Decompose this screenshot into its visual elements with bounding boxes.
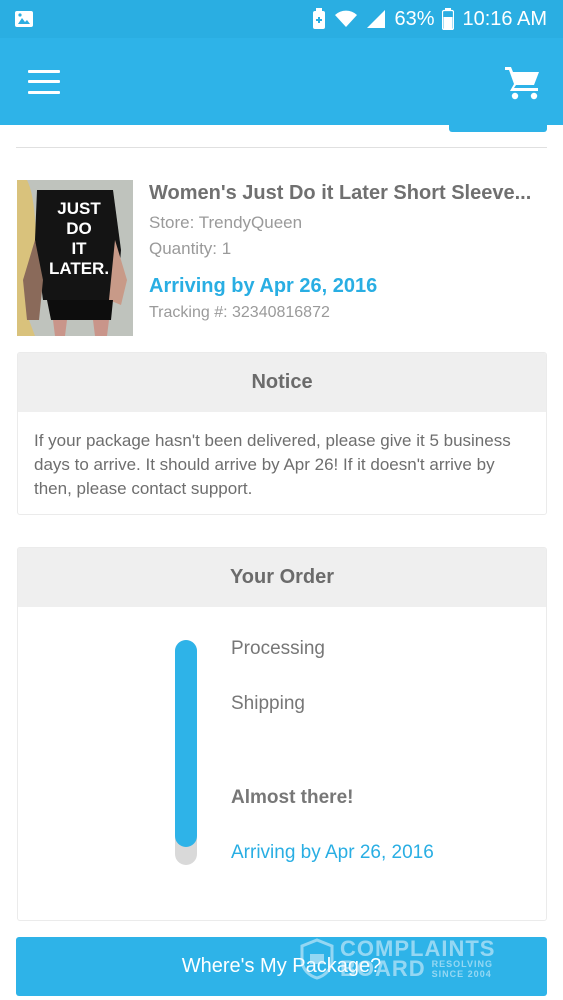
shirt-text-2: DO: [66, 219, 92, 238]
product-store: Store: TrendyQueen: [149, 213, 303, 232]
notice-heading: Notice: [18, 353, 546, 412]
app-bar: [0, 38, 563, 125]
battery-icon: [442, 8, 455, 30]
watermark-tag1: RESOLVING: [431, 959, 494, 969]
step-shipping: Shipping: [231, 693, 305, 714]
product-row[interactable]: JUST DO IT LATER. Women's Just Do it Lat…: [17, 180, 547, 340]
shirt-text-4: LATER.: [49, 259, 109, 278]
menu-icon[interactable]: [28, 69, 60, 94]
notice-body: If your package hasn't been delivered, p…: [34, 431, 511, 498]
cart-icon[interactable]: [503, 62, 543, 102]
watermark-line2: BOARD: [340, 956, 426, 981]
arriving-date: Arriving by Apr 26, 2016: [149, 275, 378, 297]
product-info: Women's Just Do it Later Short Sleeve...…: [133, 180, 547, 340]
step-processing: Processing: [231, 638, 325, 659]
product-title[interactable]: Women's Just Do it Later Short Sleeve...: [149, 182, 539, 205]
tracking-number: Tracking #: 32340816872: [149, 304, 330, 321]
progress-track: [175, 640, 197, 865]
battery-saver-icon: [313, 8, 326, 29]
clock: 10:16 AM: [462, 7, 547, 30]
shirt-text-1: JUST: [57, 199, 101, 218]
shirt-text-3: IT: [71, 239, 87, 258]
battery-percent: 63%: [394, 7, 435, 30]
product-image: JUST DO IT LATER.: [17, 180, 133, 336]
image-icon: [15, 11, 33, 27]
product-quantity: Quantity: 1: [149, 239, 232, 258]
divider: [16, 147, 547, 148]
notice-card: Notice If your package hasn't been deliv…: [17, 352, 547, 515]
progress-fill: [175, 640, 197, 847]
order-heading: Your Order: [18, 548, 546, 607]
watermark-tag2: SINCE 2004: [431, 969, 492, 979]
wifi-icon: [335, 10, 358, 27]
step-almost-there: Almost there!: [231, 787, 354, 808]
order-card: Your Order Processing Shipping Almost th…: [17, 547, 547, 921]
scrolled-button-edge[interactable]: [449, 118, 547, 132]
step-arriving: Arriving by Apr 26, 2016: [231, 842, 434, 863]
status-bar: 63% 10:16 AM: [0, 0, 563, 38]
shield-logo-icon: [300, 938, 334, 980]
watermark: COMPLAINTS BOARD RESOLVING SINCE 2004: [300, 935, 520, 983]
signal-icon: [367, 10, 386, 28]
